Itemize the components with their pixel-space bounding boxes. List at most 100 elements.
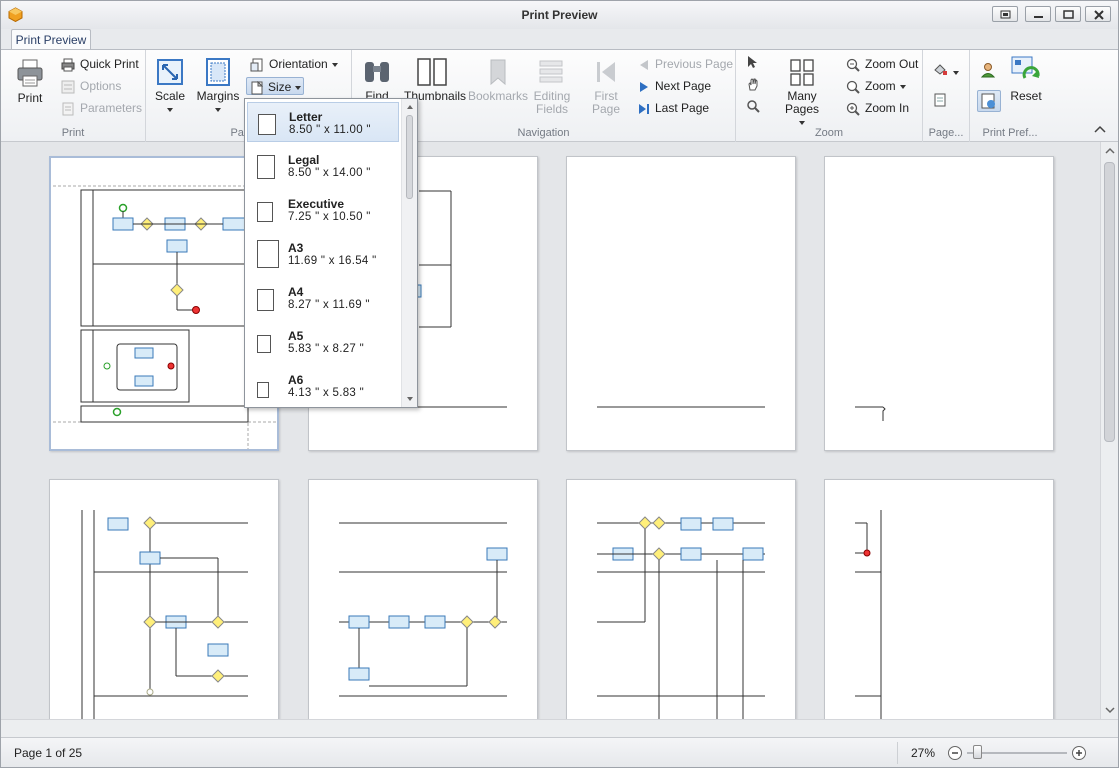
- page-thumbnail[interactable]: [566, 479, 796, 719]
- orientation-button[interactable]: Orientation: [250, 55, 338, 73]
- document-map-button[interactable]: [977, 90, 1001, 112]
- printer-icon: [17, 59, 43, 87]
- print-preview-window: Print Preview Print Preview Print Quick …: [0, 0, 1119, 768]
- zoom-out-slider-icon[interactable]: [947, 745, 963, 761]
- zoom-in-slider-icon[interactable]: [1071, 745, 1087, 761]
- fullscreen-icon: [1000, 10, 1011, 19]
- page-color-button[interactable]: [933, 62, 959, 80]
- pointer-icon: [748, 56, 757, 68]
- title-bar: Print Preview: [1, 1, 1118, 29]
- paper-size-item-letter[interactable]: Letter 8.50 " x 11.00 ": [247, 102, 399, 142]
- zoom-button[interactable]: Zoom: [846, 77, 906, 95]
- scale-dropdown-arrow: [167, 107, 173, 112]
- zoom-out-icon: [846, 58, 860, 72]
- zoom-icon: [846, 80, 860, 94]
- paper-size-name: A6: [288, 373, 304, 387]
- zoom-label: Zoom: [865, 79, 896, 93]
- watermark-button[interactable]: [933, 93, 947, 111]
- print-preferences-group-label: Print Pref...: [982, 127, 1038, 139]
- zoom-group-label: Zoom: [814, 127, 844, 139]
- last-page-label: Last Page: [655, 101, 710, 115]
- print-preferences-group: Reset Print Pref...: [970, 50, 1050, 142]
- options-icon: [61, 80, 75, 94]
- paper-size-item-executive[interactable]: Executive 7.25 " x 10.50 ": [247, 190, 399, 230]
- scale-label: Scale: [154, 89, 186, 103]
- thumbnails-button[interactable]: Thumbnails: [404, 58, 466, 103]
- paper-size-item-a6[interactable]: A6 4.13 " x 5.83 ": [247, 366, 399, 406]
- many-pages-label: Many Pages: [784, 89, 820, 116]
- paper-size-name: A3: [288, 241, 304, 255]
- chevron-up-icon: [1094, 125, 1106, 133]
- page-thumbnail[interactable]: [49, 479, 279, 719]
- zoom-out-button[interactable]: Zoom Out: [846, 55, 918, 73]
- document-preview-area[interactable]: [1, 142, 1100, 719]
- paper-size-item-a4[interactable]: A4 8.27 " x 11.69 ": [247, 278, 399, 318]
- zoom-slider-thumb[interactable]: [973, 745, 982, 759]
- paper-size-dimensions: 7.25 " x 10.50 ": [288, 211, 371, 223]
- quick-print-button[interactable]: Quick Print: [61, 55, 139, 73]
- size-dropdown-arrow: [295, 85, 302, 90]
- hand-tool-button[interactable]: [746, 77, 760, 95]
- restore-window-button[interactable]: [992, 6, 1018, 22]
- bookmarks-button[interactable]: Bookmarks: [468, 58, 528, 103]
- print-group-label: Print: [61, 127, 85, 139]
- parameters-icon: [62, 102, 74, 116]
- paper-size-menu-scrollbar[interactable]: [401, 99, 417, 407]
- scale-icon: [157, 59, 183, 85]
- paper-size-dimensions: 5.83 " x 8.27 ": [288, 343, 364, 355]
- paper-size-item-a5[interactable]: A5 5.83 " x 8.27 ": [247, 322, 399, 362]
- many-pages-button[interactable]: Many Pages: [770, 58, 834, 129]
- diagram-drawing: [855, 406, 886, 421]
- magnifier-icon: [747, 100, 760, 113]
- close-button[interactable]: [1085, 6, 1111, 22]
- print-label: Print: [17, 91, 43, 105]
- collapse-ribbon-button[interactable]: [1093, 122, 1107, 140]
- scale-button[interactable]: Scale: [152, 58, 188, 116]
- zoom-in-label: Zoom In: [865, 101, 910, 115]
- watermark-icon: [934, 93, 946, 107]
- paper-size-dimensions: 8.50 " x 11.00 ": [289, 124, 371, 136]
- paper-size-item-legal[interactable]: Legal 8.50 " x 14.00 ": [247, 146, 399, 186]
- paper-size-item-a3[interactable]: A3 11.69 " x 16.54 ": [247, 234, 399, 274]
- page-thumbnail[interactable]: [308, 479, 538, 719]
- maximize-button[interactable]: [1055, 6, 1081, 22]
- next-page-button[interactable]: Next Page: [638, 77, 711, 95]
- scroll-down-icon: [407, 397, 413, 401]
- previous-page-label: Previous Page: [655, 57, 734, 71]
- page-thumbnail[interactable]: [824, 156, 1054, 451]
- paper-size-icon: [257, 202, 273, 222]
- tab-print-preview[interactable]: Print Preview: [11, 29, 91, 51]
- margins-button[interactable]: Margins: [196, 58, 240, 116]
- size-button[interactable]: Size: [246, 77, 304, 95]
- page-thumbnail[interactable]: [824, 479, 1054, 719]
- zoom-level: 27%: [911, 746, 936, 760]
- print-button[interactable]: Print: [9, 58, 51, 105]
- paper-size-name: Legal: [288, 153, 320, 167]
- many-pages-dropdown-arrow: [799, 120, 805, 125]
- user-settings-button[interactable]: [980, 62, 996, 80]
- first-page-button[interactable]: First Page: [588, 58, 624, 116]
- margins-icon: [206, 58, 230, 86]
- find-button[interactable]: Find: [358, 58, 396, 103]
- editing-fields-button[interactable]: Editing Fields: [532, 58, 572, 116]
- parameters-button[interactable]: Parameters: [61, 99, 142, 117]
- options-button[interactable]: Options: [61, 77, 121, 95]
- vertical-scrollbar[interactable]: [1100, 142, 1118, 719]
- previous-page-button[interactable]: Previous Page: [638, 55, 733, 73]
- close-icon: [1094, 10, 1104, 20]
- page-thumbnail[interactable]: [566, 156, 796, 451]
- last-page-button[interactable]: Last Page: [638, 99, 709, 117]
- paper-size-name: A4: [288, 285, 304, 299]
- first-page-label-line2: Page: [591, 102, 621, 116]
- reset-button[interactable]: Reset: [1006, 56, 1046, 103]
- diagram-drawing: [597, 406, 765, 408]
- pointer-tool-button[interactable]: [746, 55, 758, 73]
- paper-size-name: Letter: [289, 110, 323, 124]
- menu-scroll-thumb[interactable]: [406, 115, 413, 199]
- vertical-scroll-thumb[interactable]: [1104, 162, 1115, 442]
- zoom-in-button[interactable]: Zoom In: [846, 99, 909, 117]
- minimize-button[interactable]: [1025, 6, 1051, 22]
- horizontal-scrollbar-area: [1, 719, 1118, 737]
- zoom-slider-track[interactable]: [967, 752, 1067, 754]
- magnifier-tool-button[interactable]: [746, 99, 760, 117]
